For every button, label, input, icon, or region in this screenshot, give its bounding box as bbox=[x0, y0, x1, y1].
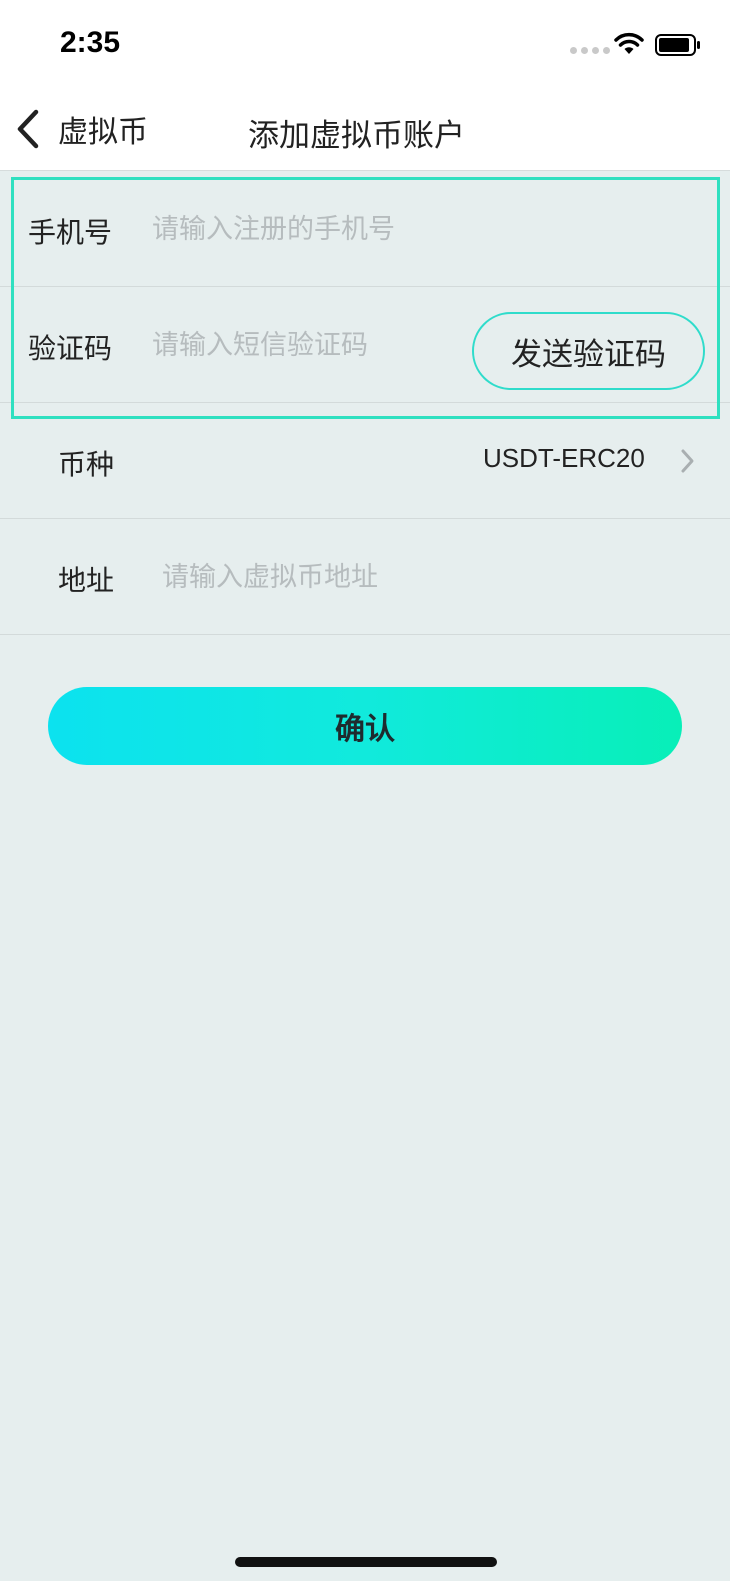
navigation-bar: 虚拟币 添加虚拟币账户 bbox=[0, 88, 730, 171]
page-title: 添加虚拟币账户 bbox=[248, 118, 465, 154]
status-time: 2:35 bbox=[60, 26, 121, 59]
phone-label: 手机号 bbox=[28, 216, 113, 249]
phone-row: 手机号 bbox=[0, 171, 730, 287]
address-label: 地址 bbox=[58, 564, 115, 597]
confirm-button[interactable]: 确认 bbox=[48, 687, 682, 765]
address-row: 地址 bbox=[0, 519, 730, 635]
chevron-right-icon bbox=[681, 449, 694, 473]
code-row: 验证码 发送验证码 bbox=[0, 287, 730, 403]
code-label: 验证码 bbox=[28, 332, 113, 365]
currency-value: USDT-ERC20 bbox=[483, 443, 645, 473]
address-input[interactable] bbox=[162, 555, 682, 599]
home-indicator[interactable] bbox=[235, 1557, 497, 1567]
signal-dots-icon bbox=[570, 47, 610, 54]
back-chevron-icon bbox=[17, 109, 39, 149]
currency-row[interactable]: 币种 USDT-ERC20 bbox=[0, 403, 730, 519]
currency-label: 币种 bbox=[58, 448, 115, 481]
back-label: 虚拟币 bbox=[58, 115, 148, 150]
status-bar: 2:35 bbox=[0, 0, 730, 88]
phone-input[interactable] bbox=[152, 207, 572, 251]
wifi-icon bbox=[614, 32, 644, 54]
back-button[interactable]: 虚拟币 bbox=[14, 103, 148, 155]
send-code-button[interactable]: 发送验证码 bbox=[472, 312, 705, 390]
battery-icon bbox=[655, 34, 700, 56]
code-input[interactable] bbox=[152, 323, 452, 367]
